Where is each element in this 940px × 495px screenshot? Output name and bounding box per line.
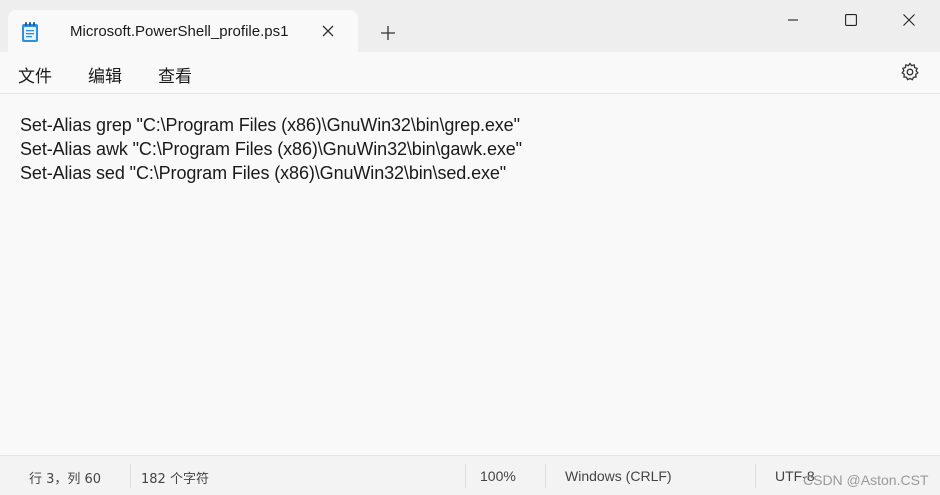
- editor-line: Set-Alias sed "C:\Program Files (x86)\Gn…: [20, 163, 507, 183]
- cursor-position: 行 3，列 60: [29, 472, 102, 487]
- gear-icon[interactable]: [900, 62, 920, 82]
- document-tab[interactable]: Microsoft.PowerShell_profile.ps1: [8, 10, 358, 52]
- notepad-icon: [21, 21, 39, 43]
- zoom-level[interactable]: 100%: [480, 468, 516, 484]
- minimize-button[interactable]: [764, 0, 822, 40]
- menu-bar: 文件 编辑 查看: [0, 52, 940, 94]
- menu-edit[interactable]: 编辑: [88, 62, 122, 87]
- maximize-icon: [845, 14, 857, 26]
- notepad-window: Microsoft.PowerShell_profile.ps1 文件 编辑 查…: [0, 0, 940, 495]
- editor-line: Set-Alias awk "C:\Program Files (x86)\Gn…: [20, 139, 522, 159]
- maximize-button[interactable]: [822, 0, 880, 40]
- watermark: CSDN @Aston.CST: [803, 472, 929, 488]
- status-divider: [545, 464, 546, 488]
- menu-file[interactable]: 文件: [18, 62, 52, 87]
- status-bar: 行 3，列 60 182 个字符 100% Windows (CRLF) UTF…: [0, 455, 940, 495]
- tab-close-icon[interactable]: [320, 23, 336, 39]
- tab-title: Microsoft.PowerShell_profile.ps1: [70, 23, 289, 40]
- line-ending[interactable]: Windows (CRLF): [565, 468, 672, 484]
- menu-view[interactable]: 查看: [158, 62, 192, 87]
- status-divider: [465, 464, 466, 488]
- close-icon: [903, 14, 915, 26]
- new-tab-plus-icon[interactable]: [378, 23, 398, 43]
- character-count: 182 个字符: [141, 472, 209, 487]
- close-window-button[interactable]: [880, 0, 938, 40]
- editor-line: Set-Alias grep "C:\Program Files (x86)\G…: [20, 115, 520, 135]
- minimize-icon: [788, 19, 798, 21]
- text-editor[interactable]: Set-Alias grep "C:\Program Files (x86)\G…: [0, 94, 940, 454]
- title-bar: Microsoft.PowerShell_profile.ps1: [0, 0, 940, 52]
- status-divider: [755, 464, 756, 488]
- status-divider: [130, 464, 131, 488]
